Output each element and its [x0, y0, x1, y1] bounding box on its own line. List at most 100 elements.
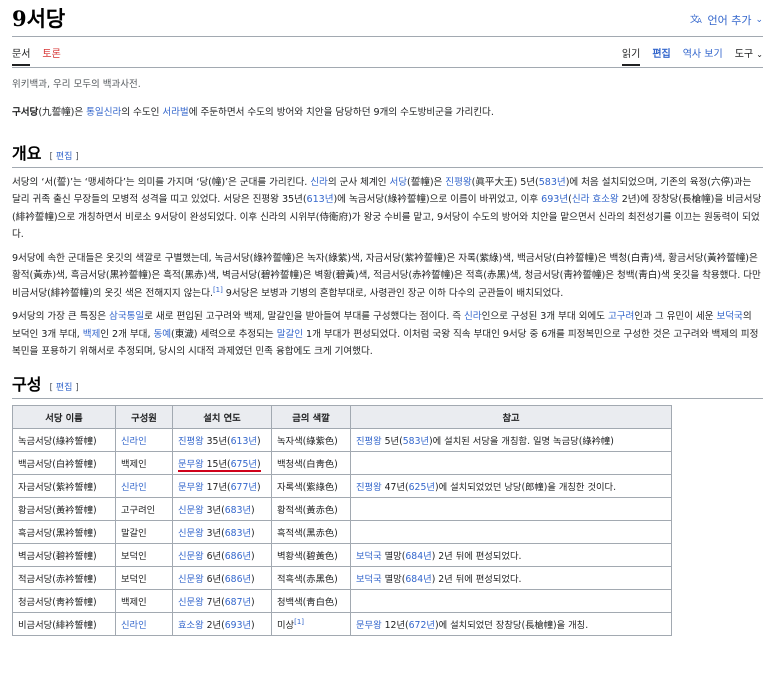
text-run: 9서당의 가장 큰 특징은 [12, 311, 110, 322]
inline-link[interactable]: 말갈인 [277, 329, 303, 340]
inline-link[interactable]: 신라 [464, 311, 482, 322]
king-link[interactable]: 문무왕 [178, 459, 204, 470]
col-header: 참고 [350, 404, 672, 429]
year-link[interactable]: 675년 [231, 459, 257, 470]
cell-color: 벽황색(碧黃色) [271, 542, 351, 567]
intro-bold: 구서당(九誓幢) [12, 107, 75, 118]
link-unified-silla[interactable]: 통일신라 [86, 107, 121, 118]
inline-link[interactable]: 684년 [405, 574, 431, 585]
king-link[interactable]: 신문왕 [178, 528, 204, 539]
cell-name: 자금서당(紫衿誓幢) [12, 473, 116, 498]
text-run: )에 설치된 서당을 개칭함. 일명 녹금당(綠衿幢) [429, 435, 614, 447]
cell-note: 보덕국 멸망(684년) 2년 뒤에 편성되었다. [350, 542, 672, 567]
add-language-button[interactable]: 文A 언어 추가 ⌄ [690, 12, 763, 28]
inline-link[interactable]: 583년 [539, 177, 566, 188]
text-run: 의 군사 체계인 [327, 176, 390, 188]
text-run: )에 설치되었던 장창당(長槍幢)을 개칭. [434, 619, 589, 631]
cell-year: 진평왕 35년(613년) [172, 427, 272, 452]
tabs-row: 문서 토론 읽기 편집 역사 보기 도구 ⌄ [12, 45, 763, 68]
tab-article[interactable]: 문서 [12, 45, 31, 66]
cell-note [350, 450, 672, 475]
inline-link[interactable]: 684년 [405, 551, 431, 562]
tab-tools[interactable]: 도구 ⌄ [735, 45, 763, 67]
cell-year: 신문왕 6년(686년) [172, 542, 272, 567]
inline-link[interactable]: 보덕국 [717, 311, 743, 322]
cell-note: 보덕국 멸망(684년) 2년 뒤에 편성되었다. [350, 565, 672, 590]
text-run: 멸망( [381, 550, 406, 562]
year-link[interactable]: 683년 [225, 528, 251, 539]
inline-link[interactable]: 문무왕 [356, 620, 382, 631]
text-run: 47년( [381, 481, 409, 493]
inline-link[interactable]: 보덕국 [356, 551, 382, 562]
year-link[interactable]: 683년 [225, 505, 251, 516]
member-link[interactable]: 신라인 [121, 620, 147, 631]
king-link[interactable]: 효소왕 [178, 620, 204, 631]
cell-member: 말갈인 [115, 519, 173, 544]
cell-member: 백제인 [115, 450, 173, 475]
site-subtitle: 위키백과, 우리 모두의 백과사전. [12, 79, 141, 90]
inline-link[interactable]: 583년 [403, 436, 429, 447]
cell-color: 녹자색(綠紫色) [271, 427, 351, 452]
inline-link[interactable]: 진평왕 [356, 436, 382, 447]
king-link[interactable]: 신문왕 [178, 505, 204, 516]
king-link[interactable]: 문무왕 [178, 482, 204, 493]
text-run: (眞平大王) 5년( [471, 176, 539, 188]
year-link[interactable]: 686년 [225, 551, 251, 562]
footnote-link[interactable]: [1] [294, 617, 304, 625]
king-link[interactable]: 신문왕 [178, 551, 204, 562]
inline-link[interactable]: 672년 [409, 620, 435, 631]
inline-link[interactable]: 613년 [307, 194, 334, 205]
inline-link[interactable]: 동예 [153, 329, 171, 340]
edit-section-link[interactable]: [ 편집 ] [49, 383, 78, 393]
king-link[interactable]: 신문왕 [178, 597, 204, 608]
inline-link[interactable]: 625년 [409, 482, 435, 493]
table-row: 비금서당(緋衿誓幢) 신라인 효소왕 2년(693년) 미상[1] 문무왕 12년(67… [12, 611, 672, 636]
text-run: )에 설치되었었던 낭당(郎幢)을 개칭한 것이다. [434, 481, 617, 493]
chevron-down-icon: ⌄ [756, 50, 763, 59]
inline-link[interactable]: 삼국통일 [109, 311, 144, 322]
king-link[interactable]: 진평왕 [178, 436, 204, 447]
cell-year: 신문왕 6년(686년) [172, 565, 272, 590]
year-link[interactable]: 613년 [231, 436, 257, 447]
inline-link[interactable]: 백제 [83, 329, 101, 340]
inline-link[interactable]: 693년 [541, 194, 568, 205]
link-seorabeol[interactable]: 서라벌 [162, 107, 188, 118]
cell-note: 문무왕 12년(672년)에 설치되었던 장창당(長槍幢)을 개칭. [350, 611, 672, 636]
page-title: 9서당 [12, 6, 66, 31]
inline-link[interactable]: 보덕국 [356, 574, 382, 585]
cell-member: 보덕인 [115, 565, 173, 590]
member-link[interactable]: 신라인 [121, 482, 147, 493]
seodang-table: 서당 이름 구성원 설치 연도 금의 색깔 참고 녹금서당(綠衿誓幢) 신라인 진평… [12, 404, 672, 636]
tab-history[interactable]: 역사 보기 [683, 45, 723, 67]
member-link[interactable]: 신라인 [121, 436, 147, 447]
cell-color: 흑적색(黑赤色) [271, 519, 351, 544]
cell-year: 신문왕 7년(687년) [172, 588, 272, 613]
king-link[interactable]: 신문왕 [178, 574, 204, 585]
footnote-link[interactable]: [1] [213, 285, 223, 293]
cell-year: 효소왕 2년(693년) [172, 611, 272, 636]
inline-link[interactable]: 진평왕 [356, 482, 382, 493]
cell-name: 청금서당(靑衿誓幢) [12, 588, 116, 613]
year-link[interactable]: 693년 [225, 620, 251, 631]
year-link[interactable]: 677년 [231, 482, 257, 493]
chevron-down-icon: ⌄ [755, 15, 763, 25]
tab-talk[interactable]: 토론 [42, 45, 60, 67]
inline-link[interactable]: 신라 효소왕 [572, 194, 619, 205]
tab-read[interactable]: 읽기 [621, 45, 641, 66]
text-run: 인 2개 부대, [100, 328, 154, 340]
inline-link[interactable]: 신라 [310, 177, 328, 188]
inline-link[interactable]: 서당 [389, 177, 407, 188]
edit-section-link[interactable]: [ 편집 ] [49, 152, 78, 162]
inline-link[interactable]: 진평왕 [445, 177, 471, 188]
year-link[interactable]: 686년 [225, 574, 251, 585]
cell-color: 자록색(紫綠色) [271, 473, 351, 498]
text-run: (東濊) 세력으로 추정되는 [171, 328, 277, 340]
cell-member: 고구려인 [115, 496, 173, 521]
table-row: 자금서당(紫衿誓幢) 신라인 문무왕 17년(677년) 자록색(紫綠色) 진평왕 47… [12, 473, 672, 498]
text-run: ) 2년 뒤에 편성되었다. [431, 573, 522, 585]
col-header: 서당 이름 [12, 404, 116, 429]
cell-year: 문무왕 17년(677년) [172, 473, 272, 498]
inline-link[interactable]: 고구려 [608, 311, 634, 322]
tab-edit[interactable]: 편집 [652, 45, 670, 67]
year-link[interactable]: 687년 [225, 597, 251, 608]
